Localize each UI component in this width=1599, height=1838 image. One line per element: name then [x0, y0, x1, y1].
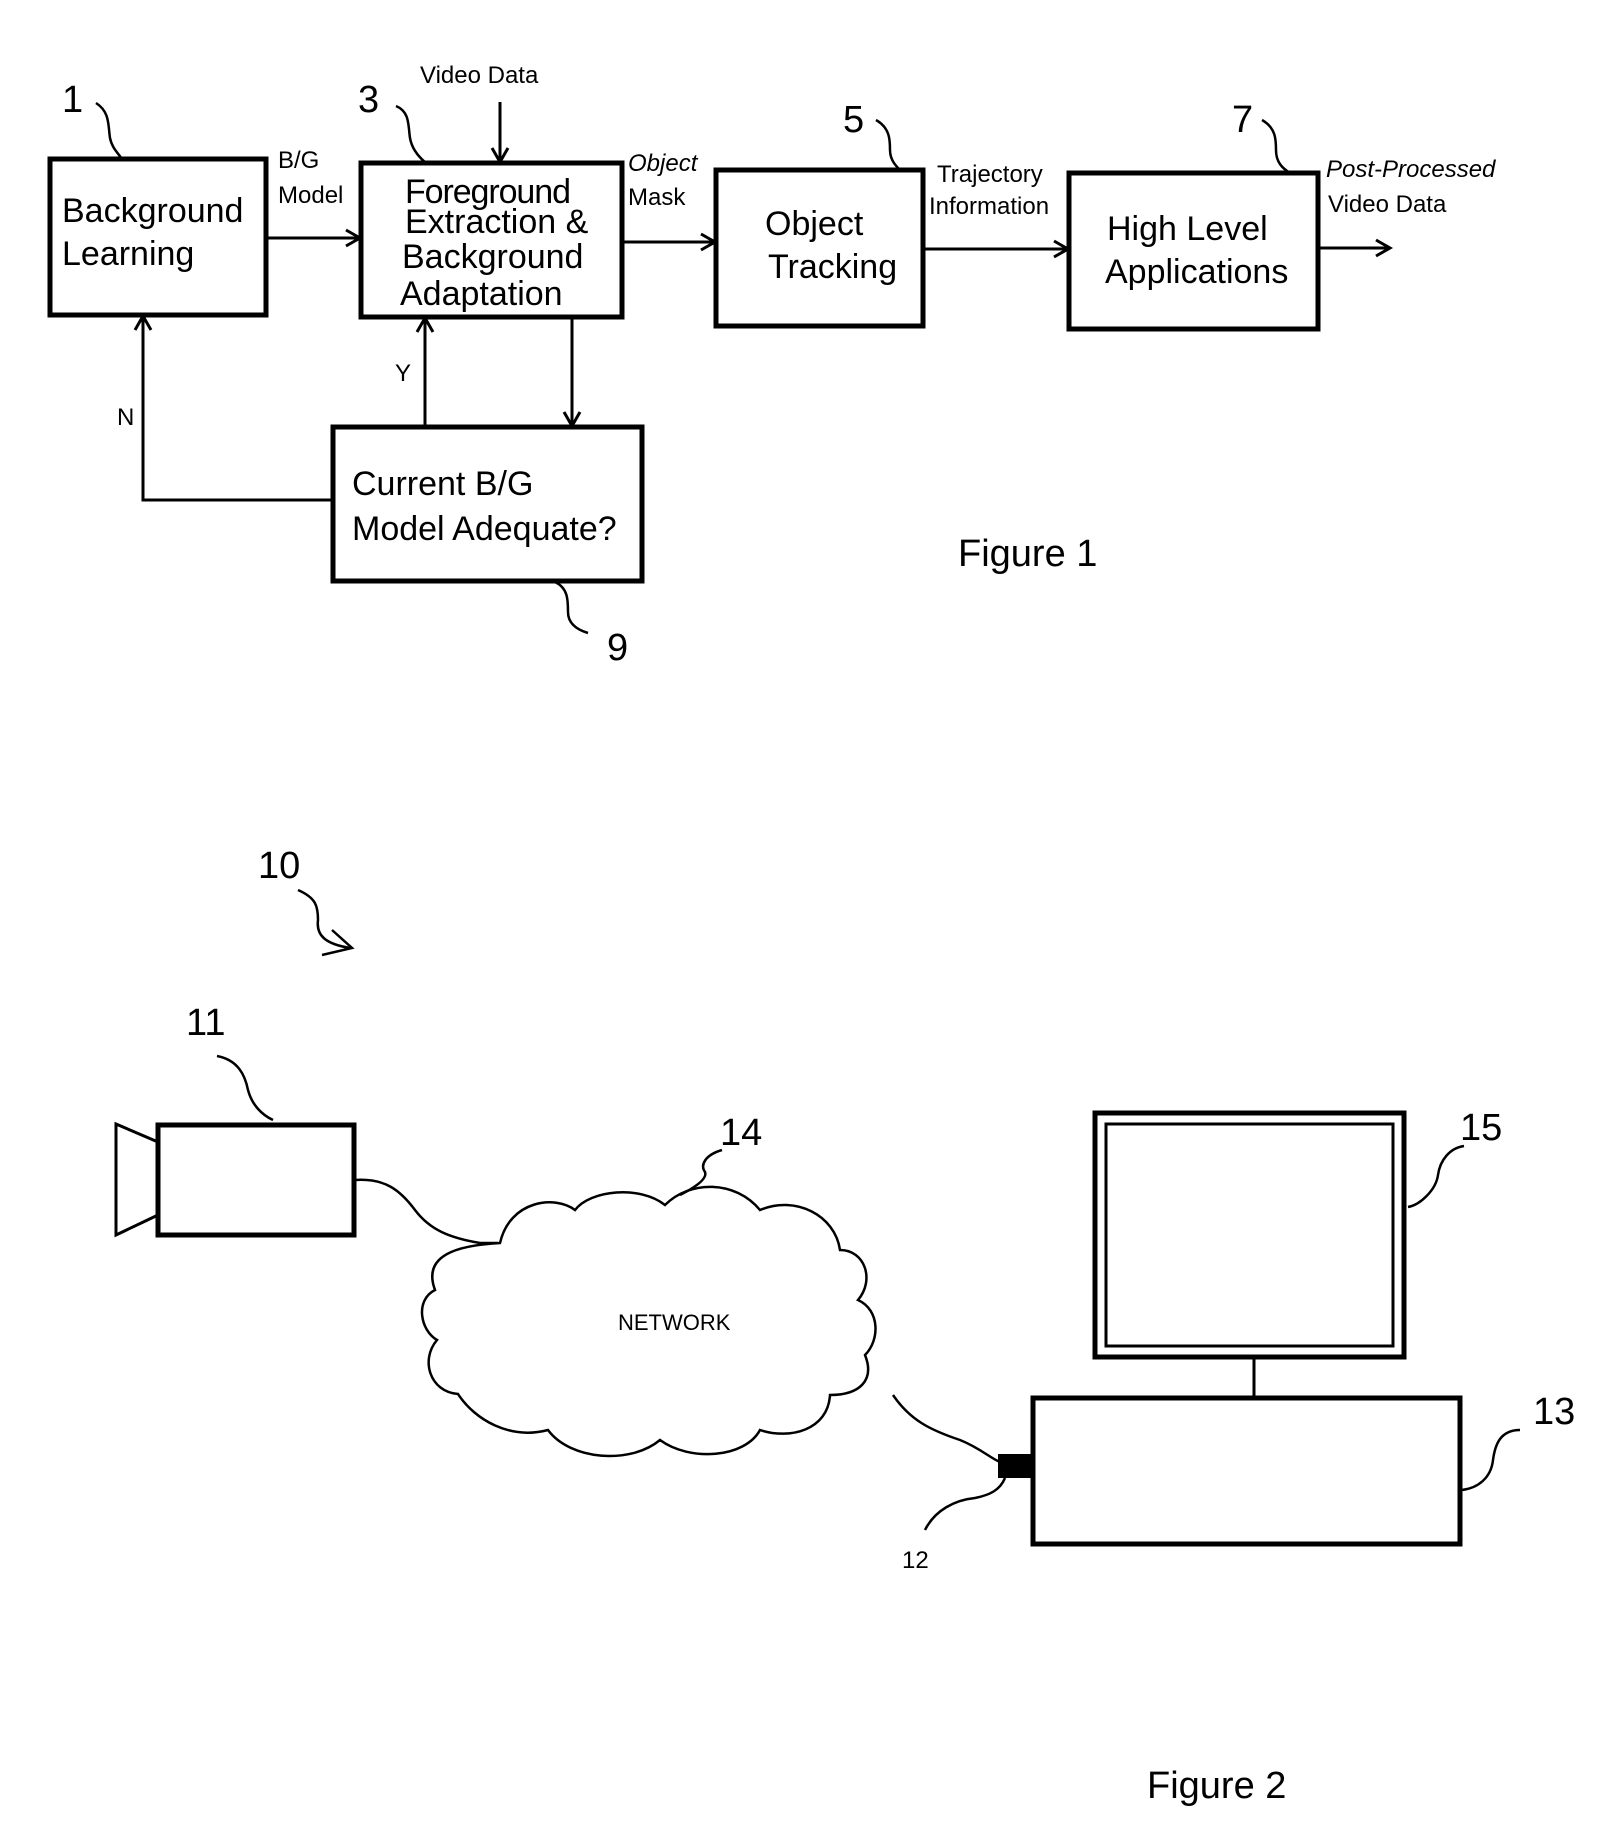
leader-line-9 [554, 580, 589, 635]
leader-line-1 [95, 101, 124, 160]
block-model-adequate-decision: Current B/G Model Adequate? 9 [330, 424, 645, 669]
ref-numeral-1: 1 [62, 79, 83, 121]
block-high-level-applications: High Level Applications 7 [1066, 99, 1321, 332]
block-object-tracking-line-2: Tracking [768, 248, 897, 286]
ref-numeral-12: 12 [902, 1547, 929, 1574]
network-cloud: NETWORK [420, 1185, 877, 1458]
block-background-learning-line-1: Background [62, 192, 243, 230]
ref-numeral-3: 3 [358, 79, 379, 121]
ref-numeral-10: 10 [258, 845, 300, 887]
leader-line-7 [1261, 118, 1291, 175]
block-high-level-applications-line-1: High Level [1107, 210, 1268, 248]
cable-network-computer [891, 1394, 1001, 1464]
label-bg-model-line-1: B/G [278, 147, 319, 174]
arrow-no-feedback [133, 312, 333, 502]
block-background-learning: Background Learning 1 [47, 79, 269, 318]
figure-1-caption: Figure 1 [958, 533, 1097, 575]
block-decision-line-1: Current B/G [352, 465, 533, 503]
camera-icon [114, 1121, 357, 1238]
ref-numeral-13: 13 [1533, 1391, 1575, 1433]
leader-line-11 [216, 1054, 274, 1122]
camera-body [155, 1122, 357, 1238]
leader-line-13 [1461, 1428, 1521, 1492]
block-foreground-extraction: Foreground Extraction & Background Adapt… [358, 79, 625, 320]
block-object-tracking: Object Tracking 5 [713, 99, 926, 329]
figure-2-caption: Figure 2 [1147, 1765, 1286, 1807]
leader-line-12 [923, 1477, 1007, 1531]
monitor-icon [1092, 1110, 1407, 1399]
leader-arrowhead-10 [321, 929, 355, 957]
computer-unit [998, 1395, 1463, 1547]
figure-2: 10 11 NETWORK 14 15 13 12 Figure 2 [114, 845, 1575, 1807]
leader-line-5 [875, 118, 901, 171]
ref-numeral-11: 11 [186, 1002, 225, 1044]
label-yes: Y [395, 360, 411, 387]
block-background-learning-line-2: Learning [62, 235, 194, 273]
leader-line-15 [1407, 1144, 1465, 1209]
computer-box [1030, 1395, 1463, 1547]
ref-numeral-14: 14 [720, 1112, 762, 1154]
network-label: NETWORK [618, 1310, 731, 1335]
label-object-mask-line-2: Mask [628, 184, 686, 211]
label-trajectory-line-2: Information [929, 193, 1049, 220]
ref-numeral-9: 9 [607, 627, 628, 669]
monitor-frame [1092, 1110, 1407, 1360]
label-no: N [117, 404, 134, 431]
cable-camera-network [354, 1178, 498, 1245]
block-foreground-extraction-line-3: Background [402, 238, 583, 276]
label-object-mask-line-1: Object [628, 150, 699, 177]
label-bg-model-line-2: Model [278, 182, 343, 209]
network-connector [998, 1454, 1032, 1478]
ref-numeral-7: 7 [1232, 99, 1253, 141]
figure-1: Background Learning 1 Foreground Extract… [47, 62, 1496, 669]
patent-drawing: Background Learning 1 Foreground Extract… [47, 62, 1575, 1807]
ref-numeral-5: 5 [843, 99, 864, 141]
label-video-data: Video Data [420, 62, 539, 89]
label-post-processed-line-2: Video Data [1328, 191, 1447, 218]
block-foreground-extraction-line-2: Extraction & [405, 203, 589, 241]
label-post-processed-line-1: Post-Processed [1326, 156, 1496, 183]
block-high-level-applications-line-2: Applications [1105, 253, 1288, 291]
camera-lens [114, 1121, 160, 1238]
label-trajectory-line-1: Trajectory [937, 161, 1043, 188]
block-foreground-extraction-line-4: Adaptation [400, 275, 563, 313]
ref-numeral-15: 15 [1460, 1107, 1502, 1149]
block-decision-line-2: Model Adequate? [352, 510, 617, 548]
leader-line-3 [395, 104, 427, 164]
block-object-tracking-line-1: Object [765, 205, 864, 243]
